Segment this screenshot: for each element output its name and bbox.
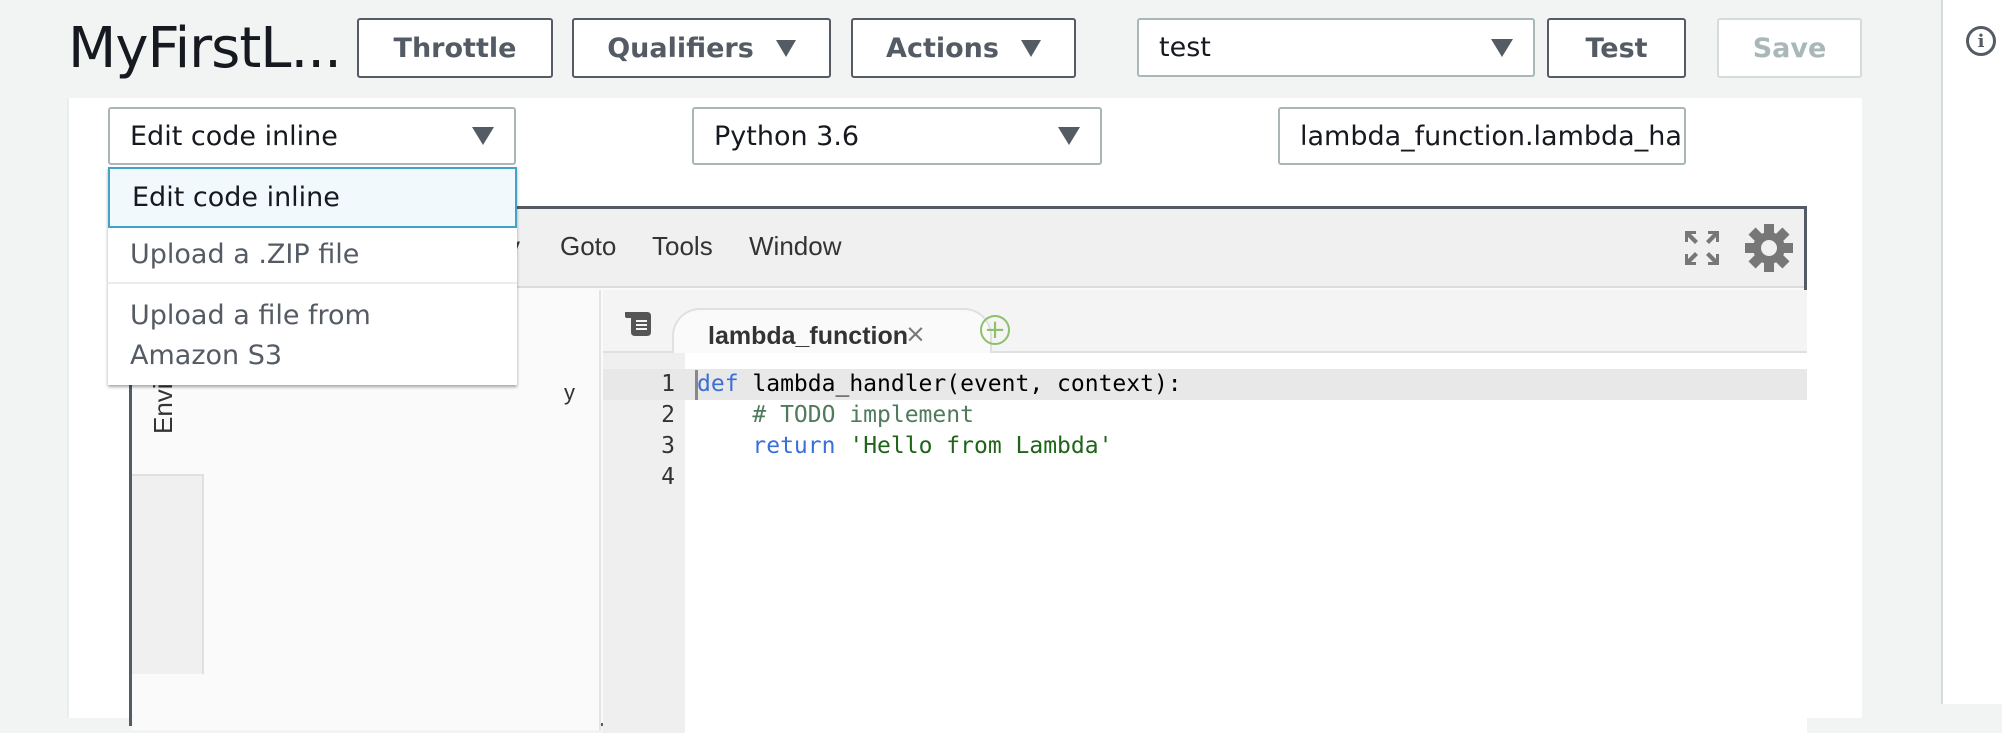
runtime-value: Python 3.6 [714,120,860,152]
right-help-rail [1941,0,2002,704]
menu-option-edit-inline[interactable]: Edit code inline [108,167,517,228]
option-label: Edit code inline [132,182,340,213]
code-line[interactable]: # TODO implement [697,400,974,431]
file-tab-label: lambda_function [708,322,909,350]
runtime-select[interactable]: Python 3.6 [692,107,1102,165]
line-number: 1 [661,371,675,397]
line-number: 2 [661,402,675,428]
code-string: 'Hello from Lambda' [849,433,1113,459]
caret-down-icon [775,39,796,57]
menu-option-upload-zip[interactable]: Upload a .ZIP file [108,228,517,284]
test-button[interactable]: Test [1547,18,1686,78]
throttle-label: Throttle [393,32,517,64]
code-keyword: def [697,371,739,397]
test-event-select[interactable]: test [1137,18,1535,77]
close-tab-icon[interactable]: × [905,319,926,348]
test-event-value: test [1159,32,1211,63]
option-label: Upload a .ZIP file [130,239,360,270]
code-entry-type-value: Edit code inline [130,120,338,152]
actions-label: Actions [886,32,999,64]
menu-option-upload-s3[interactable]: Upload a file from Amazon S3 [108,286,517,385]
handler-value: lambda_function.lambda_ha [1300,120,1682,152]
caret-down-icon [1491,38,1513,57]
code-line[interactable]: def lambda_handler(event, context): [697,369,1182,400]
function-name-title: MyFirstL... [68,16,342,81]
option-label: Upload a file from Amazon S3 [130,300,371,371]
tabs-menu-icon[interactable] [625,312,653,336]
test-label: Test [1585,32,1648,64]
add-tab-icon[interactable]: + [980,315,1010,345]
info-icon[interactable]: i [1966,26,1996,56]
menu-item-window[interactable]: Window [749,231,841,262]
save-button[interactable]: Save [1717,18,1862,78]
handler-input[interactable]: lambda_function.lambda_ha [1278,107,1686,165]
caret-down-icon [472,127,494,145]
save-label: Save [1752,32,1827,64]
code-keyword: return [752,433,836,459]
code-text: lambda_handler(event, context): [738,371,1182,397]
code-line[interactable]: return 'Hello from Lambda' [697,431,1112,462]
qualifiers-label: Qualifiers [607,32,754,64]
qualifiers-button[interactable]: Qualifiers [572,18,831,78]
line-number: 3 [661,433,675,459]
settings-gear-icon[interactable] [1744,223,1794,273]
line-number: 4 [661,464,675,490]
code-entry-type-menu: Edit code inline Upload a .ZIP file Uplo… [108,167,517,385]
code-comment: # TODO implement [752,402,974,428]
code-entry-type-select[interactable]: Edit code inline [108,107,516,165]
side-panel-empty [132,474,204,674]
throttle-button[interactable]: Throttle [357,18,553,78]
caret-down-icon [1058,127,1080,145]
actions-button[interactable]: Actions [851,18,1076,78]
menu-item-tools[interactable]: Tools [652,231,713,262]
tree-file-item[interactable]: y [564,380,575,406]
caret-down-icon [1020,39,1041,57]
fullscreen-icon[interactable] [1685,231,1719,265]
menu-item-goto[interactable]: Goto [560,231,616,262]
